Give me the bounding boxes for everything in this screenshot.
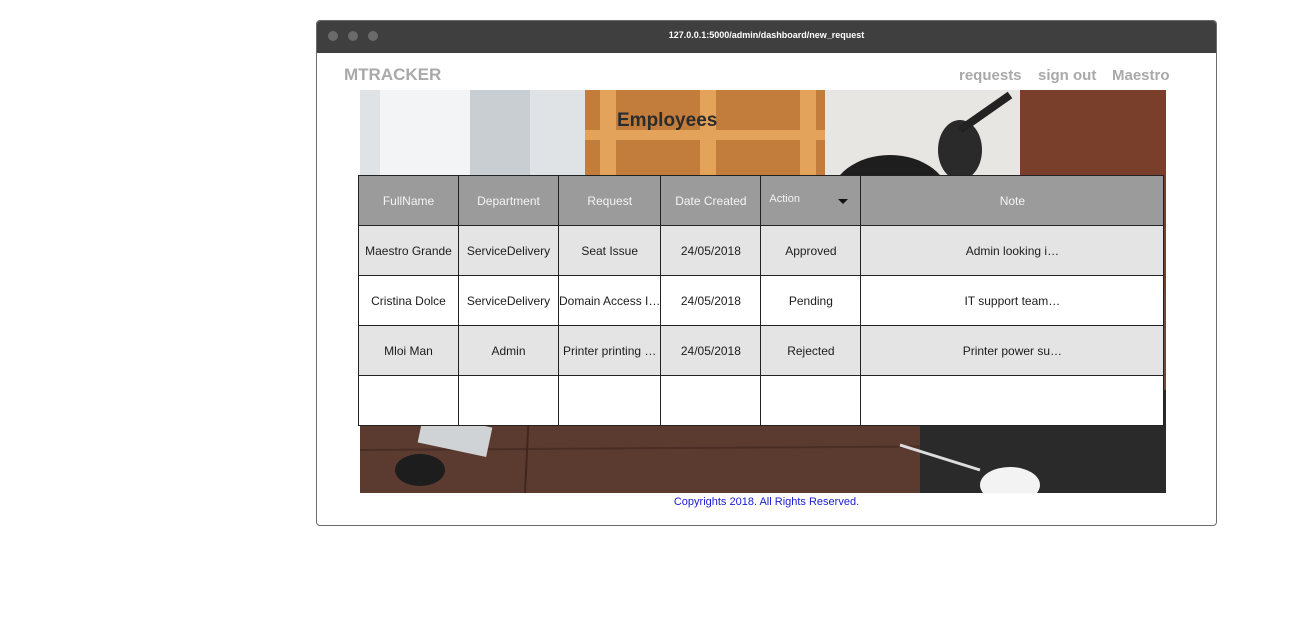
cell-date: 24/05/2018	[660, 325, 762, 376]
cell-request: Domain Access I…	[557, 275, 662, 326]
table-row[interactable]: Maestro Grande ServiceDelivery Seat Issu…	[358, 225, 1165, 276]
cell-fullname: Mloi Man	[358, 325, 459, 376]
cell-fullname: Maestro Grande	[358, 225, 459, 276]
cell-note: Admin looking i…	[860, 225, 1165, 276]
cell-department: Admin	[458, 325, 559, 376]
cell-date: 24/05/2018	[660, 275, 762, 326]
cell-empty	[660, 375, 762, 426]
nav-user-link[interactable]: Maestro	[1112, 67, 1170, 84]
cell-empty	[557, 375, 662, 426]
table-row[interactable]: Mloi Man Admin Printer printing … 24/05/…	[358, 325, 1165, 376]
cell-status: Pending	[760, 275, 862, 326]
browser-window: 127.0.0.1:5000/admin/dashboard/new_reque…	[316, 20, 1217, 526]
brand-logo-text[interactable]: MTRACKER	[344, 65, 441, 85]
cell-status: Approved	[760, 225, 862, 276]
table-header-row: FullName Department Request Date Created…	[358, 175, 1165, 226]
page-title: Employees	[617, 110, 718, 131]
cell-note: Printer power su…	[860, 325, 1165, 376]
cell-fullname: Cristina Dolce	[358, 275, 459, 326]
cell-empty	[860, 375, 1165, 426]
cell-empty	[760, 375, 862, 426]
cell-status: Rejected	[760, 325, 862, 376]
column-header-note: Note	[860, 175, 1165, 226]
browser-titlebar: 127.0.0.1:5000/admin/dashboard/new_reque…	[317, 21, 1216, 53]
column-header-fullname: FullName	[358, 175, 459, 226]
cell-request: Printer printing …	[557, 325, 662, 376]
cell-empty	[458, 375, 559, 426]
table-row[interactable]: Cristina Dolce ServiceDelivery Domain Ac…	[358, 275, 1165, 326]
column-header-department: Department	[458, 175, 559, 226]
cell-note: IT support team…	[860, 275, 1165, 326]
requests-table: FullName Department Request Date Created…	[358, 175, 1165, 426]
caret-down-icon	[838, 199, 849, 204]
nav-requests-link[interactable]: requests	[959, 67, 1022, 84]
nav-sign-out-link[interactable]: sign out	[1038, 67, 1096, 84]
cell-department: ServiceDelivery	[458, 225, 559, 276]
cell-request: Seat Issue	[557, 225, 662, 276]
column-header-request: Request	[557, 175, 662, 226]
column-header-date-created: Date Created	[660, 175, 762, 226]
table-row-empty	[358, 375, 1165, 426]
address-bar-url[interactable]: 127.0.0.1:5000/admin/dashboard/new_reque…	[317, 30, 1216, 40]
footer-copyright: Copyrights 2018. All Rights Reserved.	[673, 496, 860, 508]
cell-empty	[358, 375, 459, 426]
action-dropdown[interactable]: Action	[760, 175, 862, 226]
cell-date: 24/05/2018	[660, 225, 762, 276]
cell-department: ServiceDelivery	[458, 275, 559, 326]
action-dropdown-label: Action	[769, 193, 800, 205]
